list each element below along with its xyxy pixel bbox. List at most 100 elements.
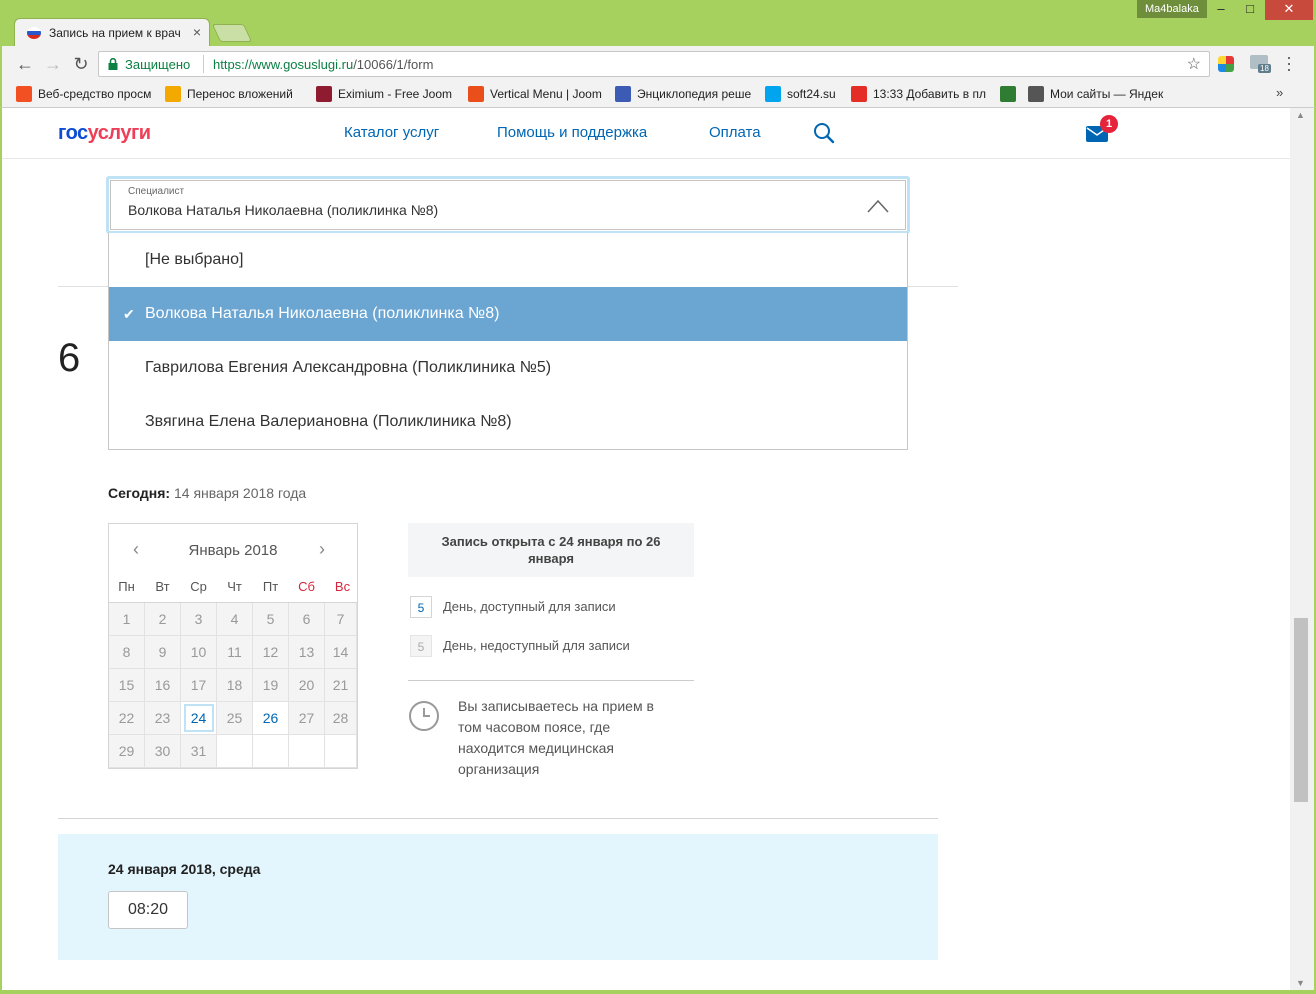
calendar-day: 25: [217, 702, 253, 735]
calendar-day-number: 25: [226, 710, 243, 726]
calendar-day: 15: [109, 669, 145, 702]
bookmark-item[interactable]: [1000, 86, 1020, 104]
maximize-button[interactable]: □: [1236, 0, 1264, 20]
calendar-day: 30: [145, 735, 181, 768]
bookmark-item[interactable]: Перенос вложений: [165, 86, 299, 104]
reload-icon[interactable]: ↻: [70, 53, 92, 75]
bookmark-favicon-icon: [1028, 86, 1044, 102]
bookmark-item[interactable]: 13:33 Добавить в пл: [851, 86, 987, 104]
bookmark-item[interactable]: Eximium - Free Joom: [316, 86, 454, 104]
mail-extension-icon[interactable]: 18: [1250, 55, 1271, 73]
bookmark-favicon-icon: [615, 86, 631, 102]
scroll-down-icon[interactable]: ▼: [1296, 978, 1305, 988]
specialist-option-label: Звягина Елена Валериановна (Поликлиника …: [145, 413, 512, 430]
calendar-day: 8: [109, 636, 145, 669]
calendar-day[interactable]: 24: [181, 702, 217, 735]
calendar-day-number: 15: [118, 677, 135, 693]
search-icon[interactable]: [813, 122, 835, 144]
calendar-day: 13: [289, 636, 325, 669]
calendar-day-number: 7: [336, 611, 345, 627]
calendar-day-number: 21: [332, 677, 349, 693]
forward-arrow-icon[interactable]: →: [42, 53, 64, 75]
legend-available-swatch: 5: [410, 596, 432, 618]
close-tab-icon[interactable]: ×: [193, 24, 201, 40]
chevron-right-icon[interactable]: ›: [319, 539, 325, 560]
calendar-day-number: 18: [226, 677, 243, 693]
calendar-day: 6: [289, 603, 325, 636]
nav-help-link[interactable]: Помощь и поддержка: [497, 124, 647, 141]
specialist-select[interactable]: Специалист Волкова Наталья Николаевна (п…: [106, 176, 910, 234]
bookmark-favicon-icon: [1000, 86, 1016, 102]
calendar-day-number: 20: [298, 677, 315, 693]
calendar-day: 10: [181, 636, 217, 669]
calendar-day[interactable]: 26: [253, 702, 289, 735]
specialist-option[interactable]: Гаврилова Евгения Александровна (Поликли…: [109, 341, 907, 395]
calendar-day-number: 19: [262, 677, 279, 693]
calendar-grid: 1 2 3 4 5 6 7 8 9 10 11 12 13 14 15 16 17 18 19 20 21 22 23 24 2…: [109, 602, 357, 768]
lock-icon: [108, 58, 118, 70]
calendar-day: 5: [253, 603, 289, 636]
menu-dots-icon[interactable]: · · ·: [1286, 48, 1292, 78]
nav-pay-link[interactable]: Оплата: [709, 124, 761, 141]
time-slot-button[interactable]: 08:20: [108, 891, 188, 929]
new-tab-button[interactable]: [211, 24, 253, 42]
weekday-label: Вс: [334, 579, 351, 594]
browser-toolbar: ← → ↻ Защищено https://www.gosuslugi.ru/…: [0, 46, 1316, 82]
profile-button[interactable]: Ma4balaka: [1137, 0, 1207, 18]
scroll-up-icon[interactable]: ▲: [1296, 110, 1305, 120]
address-bar[interactable]: Защищено https://www.gosuslugi.ru/10066/…: [98, 51, 1210, 77]
calendar-empty-cell: [289, 735, 325, 768]
step-number: 6: [58, 336, 81, 380]
browser-tab[interactable]: Запись на прием к врач ×: [14, 18, 210, 46]
specialist-option[interactable]: [Не выбрано]: [109, 233, 907, 287]
specialist-label: Специалист: [128, 186, 185, 197]
specialist-option[interactable]: Звягина Елена Валериановна (Поликлиника …: [109, 395, 907, 449]
bookmark-item[interactable]: Энциклопедия реше: [615, 86, 753, 104]
legend-unavailable-swatch: 5: [410, 635, 432, 657]
bookmark-label: Веб-средство просм: [38, 87, 152, 101]
calendar-day-number: 12: [262, 644, 279, 660]
scrollbar-thumb[interactable]: [1294, 618, 1308, 802]
calendar-day-number: 24: [183, 704, 214, 732]
bookmark-star-icon[interactable]: ☆: [1187, 54, 1201, 74]
calendar-day: 16: [145, 669, 181, 702]
calendar-day-number: 4: [230, 611, 239, 627]
calendar-day-number: 3: [194, 611, 203, 627]
legend-unavailable-text: День, недоступный для записи: [443, 638, 630, 653]
close-window-button[interactable]: ✕: [1265, 0, 1313, 20]
page-scrollbar[interactable]: ▲ ▼: [1290, 108, 1314, 990]
calendar-empty-cell: [325, 735, 357, 768]
russia-flag-icon: [27, 27, 41, 39]
calendar-day-number: 14: [332, 644, 349, 660]
calendar-day: 21: [325, 669, 357, 702]
weekday-label: Ср: [190, 579, 207, 594]
calendar-day-number: 17: [190, 677, 207, 693]
calendar-day-number: 2: [158, 611, 167, 627]
bookmark-item[interactable]: Веб-средство просм: [16, 86, 152, 104]
bookmark-item[interactable]: Vertical Menu | Joom: [468, 86, 602, 104]
today-date: Сегодня: 14 января 2018 года: [108, 485, 307, 501]
calendar-day-number: 28: [332, 710, 349, 726]
nav-catalog-link[interactable]: Каталог услуг: [344, 124, 439, 141]
gosuslugi-logo[interactable]: госуслуги: [58, 122, 151, 145]
specialist-option-label: [Не выбрано]: [145, 251, 244, 268]
chevron-up-icon[interactable]: [867, 199, 889, 213]
calendar-day-number: 26: [262, 710, 279, 726]
window-titlebar: Запись на прием к врач × Ma4balaka – □ ✕: [0, 0, 1316, 46]
bookmark-label: Перенос вложений: [187, 87, 293, 101]
bookmark-item[interactable]: Мои сайты — Яндек: [1028, 86, 1164, 104]
extension-icon[interactable]: [1218, 56, 1234, 72]
minimize-button[interactable]: –: [1207, 0, 1235, 20]
url-text: https://www.gosuslugi.ru/10066/1/form: [213, 57, 434, 72]
back-arrow-icon[interactable]: ←: [14, 53, 36, 75]
clock-icon: [409, 701, 439, 731]
calendar-day: 2: [145, 603, 181, 636]
bookmark-label: soft24.su: [787, 87, 836, 101]
specialist-option[interactable]: ✔ Волкова Наталья Николаевна (поликлинка …: [109, 287, 907, 341]
calendar: ‹ Январь 2018 › 1 2 3 4 5 6 7 8 9 10 11 12 13 14 15 16 1…: [108, 523, 358, 769]
calendar-day-number: 22: [118, 710, 135, 726]
calendar-day: 9: [145, 636, 181, 669]
calendar-day-number: 8: [122, 644, 131, 660]
bookmark-item[interactable]: soft24.su: [765, 86, 841, 104]
bookmarks-overflow-icon[interactable]: »: [1276, 85, 1283, 100]
